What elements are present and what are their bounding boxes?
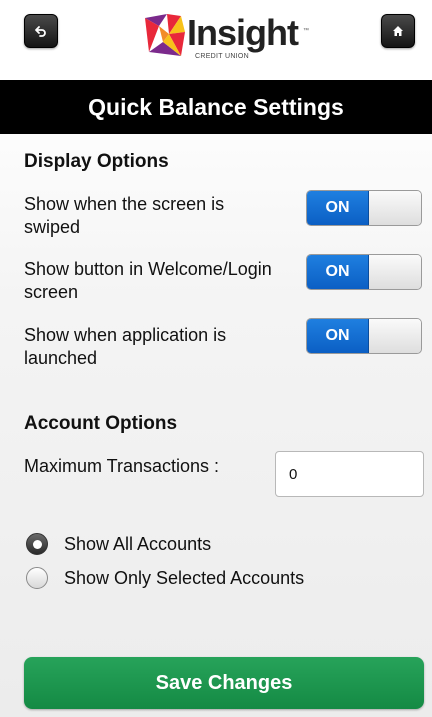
toggle-welcome[interactable]: ON [306, 254, 422, 290]
toggle-state: ON [307, 255, 369, 289]
max-transactions-label: Maximum Transactions : [24, 456, 220, 476]
back-arrow-icon [35, 26, 46, 37]
home-button[interactable] [381, 14, 415, 48]
home-icon [393, 26, 403, 36]
insight-logo: Insight ™ CREDIT UNION [141, 10, 316, 66]
app-header: Insight ™ CREDIT UNION [0, 0, 432, 80]
radio-show-all-accounts[interactable]: Show All Accounts [26, 533, 211, 555]
display-options-heading: Display Options [24, 151, 169, 172]
toggle-knob [369, 255, 421, 289]
toggle-state: ON [307, 319, 369, 353]
toggle-launch[interactable]: ON [306, 318, 422, 354]
option-label-launch: Show when application is launched [24, 325, 227, 368]
account-options-heading: Account Options [24, 413, 178, 434]
radio-show-selected-accounts[interactable]: Show Only Selected Accounts [26, 567, 304, 589]
logo-name: Insight [187, 12, 299, 53]
toggle-swipe[interactable]: ON [306, 190, 422, 226]
radio-label: Show All Accounts [64, 533, 212, 554]
toggle-knob [369, 319, 421, 353]
radio-checked-icon [26, 533, 48, 555]
toggle-knob [369, 191, 421, 225]
page-title: Quick Balance Settings [0, 80, 432, 134]
radio-label: Show Only Selected Accounts [64, 567, 305, 588]
logo-mark-icon [145, 14, 185, 56]
toggle-state: ON [307, 191, 369, 225]
logo-trademark: ™ [303, 28, 309, 34]
save-changes-button[interactable]: Save Changes [24, 657, 424, 709]
radio-unchecked-icon [26, 567, 48, 589]
logo-subtitle: CREDIT UNION [195, 53, 250, 60]
back-button[interactable] [24, 14, 58, 48]
option-label-welcome: Show button in Welcome/Login screen [24, 259, 272, 302]
max-transactions-input[interactable] [275, 451, 424, 497]
option-label-swipe: Show when the screen is swiped [24, 194, 225, 237]
